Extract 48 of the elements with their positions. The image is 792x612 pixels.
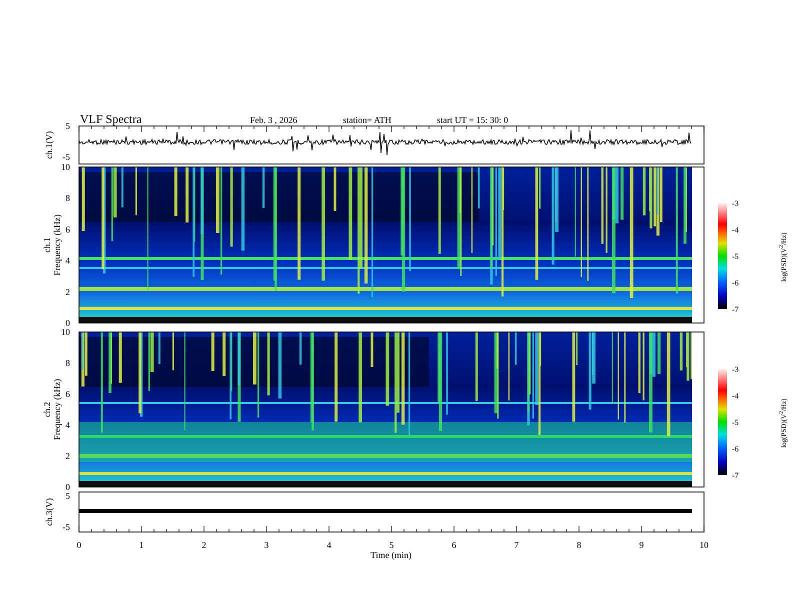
axis-tick-label: 10 <box>61 327 70 337</box>
axis-tick-label: 7 <box>514 540 519 550</box>
axis-tick-label: 4 <box>66 420 70 430</box>
axis-label: Time (min) <box>370 550 412 560</box>
axis-tick-label: 0 <box>66 318 70 328</box>
colorbar-tick-label: -7 <box>732 471 739 480</box>
colorbar-tick-label: -5 <box>732 418 739 427</box>
start-time-label: start UT = 15: 30: 0 <box>437 115 508 125</box>
axis-tick-label: 0 <box>66 482 70 492</box>
date-label: Feb. 3 , 2026 <box>250 115 298 125</box>
colorbar-tick-label: -4 <box>732 226 739 234</box>
axis-label: ch.1 <box>42 237 52 253</box>
axis-tick-label: 5 <box>66 121 70 131</box>
axis-label: Frequency (kHz) <box>52 214 62 276</box>
axis-tick-label: 3 <box>264 540 269 550</box>
axis-tick-label: -5 <box>62 522 70 532</box>
axis-tick-label: 4 <box>66 256 70 266</box>
axis-tick-label: 0 <box>76 540 82 550</box>
axis-tick-label: 6 <box>66 389 70 399</box>
axis-label: ch.1(V) <box>44 131 54 159</box>
colorbar-tick-label: -6 <box>732 278 739 288</box>
axis-tick-label: 9 <box>639 540 644 550</box>
axis-tick-label: 1 <box>139 540 144 550</box>
colorbar-tick-label: -4 <box>732 392 739 400</box>
axis-tick-label: 2 <box>202 540 206 550</box>
axis-tick-label: 4 <box>326 540 332 550</box>
axis-tick-label: 2 <box>66 451 70 461</box>
plot-title: VLF Spectra <box>80 112 142 126</box>
axis-label: Frequency (kHz) <box>52 378 62 440</box>
axis-tick-label: 8 <box>66 193 70 204</box>
colorbar-tick-label: -6 <box>732 444 739 454</box>
axis-tick-label: 10 <box>700 540 708 550</box>
colorbar-tick-label: -5 <box>732 252 739 261</box>
axis-tick-label: 8 <box>576 540 582 550</box>
colorbar-tick-label: -3 <box>732 365 739 374</box>
axis-tick-label: 6 <box>452 540 456 550</box>
colorbar-tick-label: -7 <box>732 305 739 314</box>
axis-tick-label: -5 <box>62 152 70 162</box>
station-label: station= ATH <box>343 115 392 125</box>
axis-tick-label: 10 <box>61 162 70 172</box>
axis-tick-label: 6 <box>66 224 70 234</box>
axis-tick-label: 8 <box>66 358 70 368</box>
axis-label: ch.3(V) <box>44 498 54 526</box>
colorbar-tick-label: -3 <box>732 199 739 208</box>
axis-label: ch.2 <box>42 402 52 418</box>
axis-tick-label: 5 <box>389 540 394 550</box>
axis-tick-label: 5 <box>66 491 70 501</box>
axis-tick-label: 2 <box>66 286 70 297</box>
